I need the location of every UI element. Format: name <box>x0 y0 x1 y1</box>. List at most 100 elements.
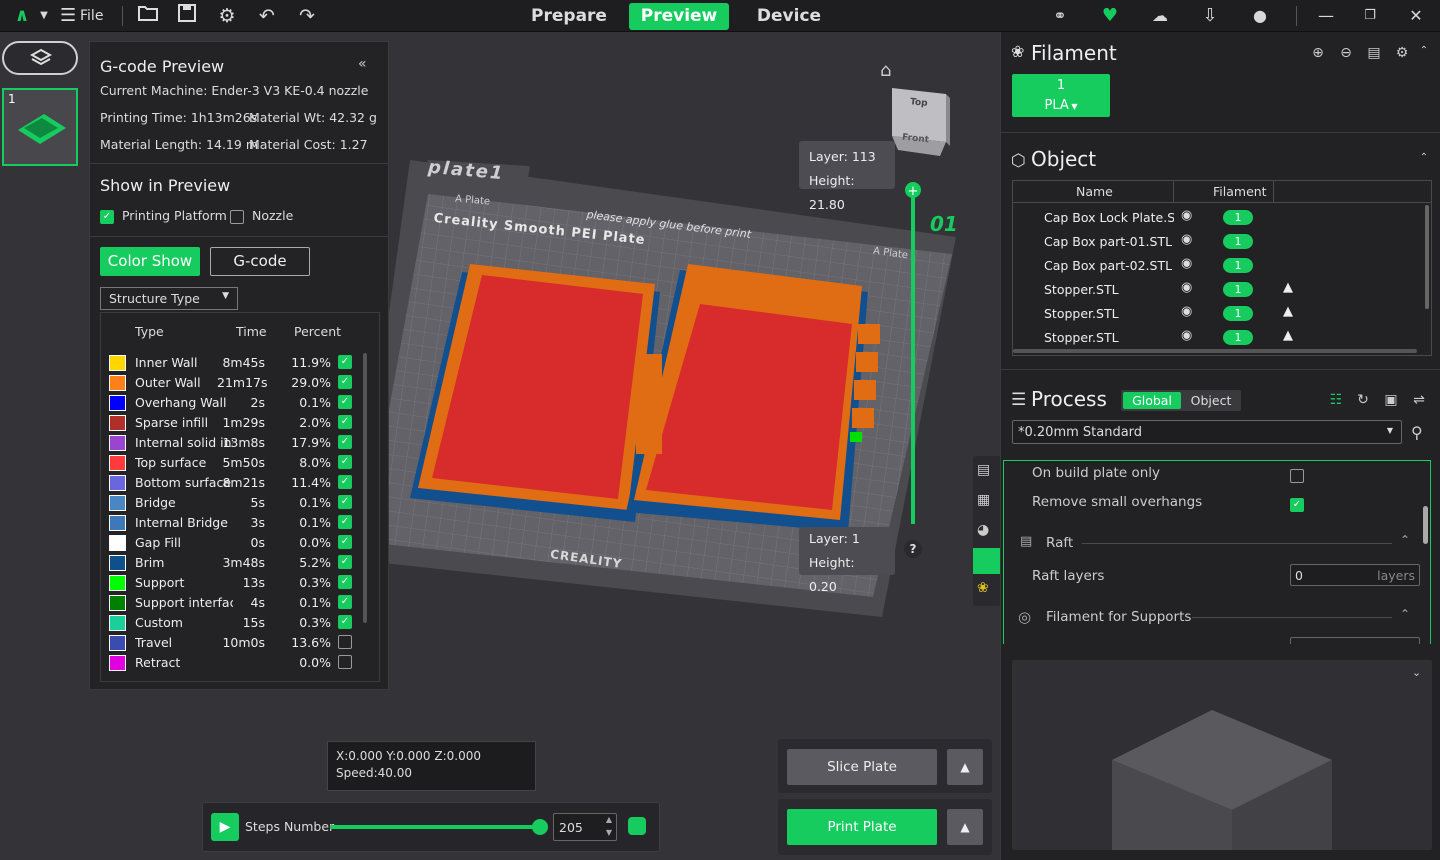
tab-prepare[interactable]: Prepare <box>519 3 619 30</box>
shield-icon[interactable]: ♥ <box>1098 4 1122 28</box>
stepper-up-icon[interactable]: ▲ <box>606 815 612 824</box>
expand-icon[interactable]: ⌄ <box>1412 666 1421 679</box>
global-tab[interactable]: Global <box>1123 392 1181 409</box>
gear-icon[interactable]: ⚙ <box>215 4 239 28</box>
plate-thumbnail[interactable]: 1 <box>2 88 78 166</box>
printing-platform-option[interactable]: ✓ Printing Platform <box>100 208 227 224</box>
legend-visibility-checkbox[interactable]: ✓ <box>338 415 352 429</box>
collapse-icon[interactable]: ⌃ <box>1415 45 1433 56</box>
legend-visibility-checkbox[interactable]: ✓ <box>338 595 352 609</box>
save-icon[interactable] <box>175 4 199 28</box>
open-folder-icon[interactable] <box>136 4 160 28</box>
support-view-icon[interactable] <box>973 548 1001 574</box>
user-icon[interactable]: ● <box>1248 4 1272 28</box>
support-paint-icon[interactable]: ▲ <box>1283 328 1293 343</box>
file-menu[interactable]: ☰ File <box>52 1 116 31</box>
home-icon[interactable]: ⌂ <box>880 60 891 81</box>
legend-visibility-checkbox[interactable] <box>338 635 352 649</box>
steps-input[interactable]: 205 ▲ ▼ <box>553 813 617 841</box>
filament-badge[interactable]: 1 <box>1223 330 1253 345</box>
collapse-icon[interactable]: « <box>358 56 367 72</box>
nozzle-option[interactable]: Nozzle <box>230 208 293 224</box>
search-icon[interactable]: ⚲ <box>1411 423 1423 442</box>
on-build-plate-only-checkbox[interactable] <box>1290 468 1304 483</box>
undo-icon[interactable]: ↶ <box>255 4 279 28</box>
filament-badge[interactable]: 1 <box>1223 234 1253 249</box>
collapse-icon[interactable]: ⌃ <box>1400 533 1410 547</box>
minimize-icon[interactable]: — <box>1314 4 1338 28</box>
reset-icon[interactable]: ↻ <box>1354 392 1372 408</box>
download-icon[interactable]: ⇩ <box>1198 4 1222 28</box>
object-row[interactable]: Cap Box part-01.STL ◉ 1 <box>1013 229 1425 253</box>
steps-slider-handle[interactable] <box>532 819 548 835</box>
help-icon[interactable]: ? <box>904 540 922 558</box>
advanced-icon[interactable]: ☷ <box>1327 392 1345 408</box>
restore-icon[interactable]: ❐ <box>1358 4 1382 28</box>
process-preset-select[interactable]: *0.20mm Standard ▼ <box>1012 420 1402 444</box>
eye-icon[interactable]: ◉ <box>1181 232 1192 247</box>
support-filament-select[interactable] <box>1290 637 1420 644</box>
color-show-button[interactable]: Color Show <box>100 247 200 276</box>
play-button[interactable]: ▶ <box>211 813 239 841</box>
chevron-up-icon[interactable]: ▲ <box>947 749 983 785</box>
layers-icon[interactable] <box>628 817 646 835</box>
structure-type-select[interactable]: Structure Type ▼ <box>100 287 238 310</box>
object-row[interactable]: Stopper.STL ◉ 1 ▲ <box>1013 301 1425 325</box>
slice-plate-button[interactable]: Slice Plate <box>787 749 937 785</box>
eye-icon[interactable]: ◉ <box>1181 280 1192 295</box>
legend-visibility-checkbox[interactable]: ✓ <box>338 395 352 409</box>
add-icon[interactable]: ⊕ <box>1309 45 1327 61</box>
filament-badge[interactable]: 1 <box>1223 258 1253 273</box>
raft-layers-input[interactable]: 0 layers <box>1290 564 1420 586</box>
object-row[interactable]: Cap Box part-02.STL ◉ 1 <box>1013 253 1425 277</box>
legend-scrollbar[interactable] <box>363 353 367 623</box>
grid-view-icon[interactable]: ▦ <box>977 492 990 508</box>
eye-icon[interactable]: ◉ <box>1181 328 1192 343</box>
printing-platform-checkbox[interactable]: ✓ <box>100 209 114 224</box>
print-plate-button[interactable]: Print Plate <box>787 809 937 845</box>
nozzle-checkbox[interactable] <box>230 209 244 224</box>
stepper-down-icon[interactable]: ▼ <box>606 828 612 837</box>
legend-visibility-checkbox[interactable]: ✓ <box>338 515 352 529</box>
compare-icon[interactable]: ⇌ <box>1410 392 1428 408</box>
color-view-icon[interactable]: ❀ <box>977 580 989 596</box>
filament-slot-1[interactable]: 1 PLA ▼ <box>1012 74 1110 117</box>
remove-icon[interactable]: ⊖ <box>1337 45 1355 61</box>
object-table-scrollbar[interactable] <box>1425 205 1429 309</box>
gcode-button[interactable]: G-code <box>210 247 310 276</box>
close-icon[interactable]: ✕ <box>1404 4 1428 28</box>
cloud-upload-icon[interactable]: ☁ <box>1148 4 1172 28</box>
filament-badge[interactable]: 1 <box>1223 306 1253 321</box>
object-row[interactable]: Cap Box Lock Plate.STL ◉ 1 <box>1013 205 1425 229</box>
remove-small-overhangs-checkbox[interactable]: ✓ <box>1290 497 1304 512</box>
chevron-up-icon[interactable]: ▲ <box>947 809 983 845</box>
legend-visibility-checkbox[interactable]: ✓ <box>338 495 352 509</box>
eye-icon[interactable]: ◉ <box>1181 304 1192 319</box>
filament-badge[interactable]: 1 <box>1223 210 1253 225</box>
legend-visibility-checkbox[interactable]: ✓ <box>338 575 352 589</box>
filament-badge[interactable]: 1 <box>1223 282 1253 297</box>
speed-view-icon[interactable]: ◕ <box>977 522 989 538</box>
legend-visibility-checkbox[interactable]: ✓ <box>338 535 352 549</box>
collapse-icon[interactable]: ⌃ <box>1415 152 1433 163</box>
edit-icon[interactable]: ▤ <box>1365 45 1383 61</box>
legend-visibility-checkbox[interactable]: ✓ <box>338 435 352 449</box>
object-row[interactable]: Stopper.STL ◉ 1 ▲ <box>1013 325 1425 349</box>
process-scrollbar[interactable] <box>1423 506 1428 544</box>
legend-visibility-checkbox[interactable]: ✓ <box>338 615 352 629</box>
collapse-icon[interactable]: ⌃ <box>1400 607 1410 621</box>
app-logo-icon[interactable]: ∧ <box>10 4 34 28</box>
object-tab[interactable]: Object <box>1183 392 1239 409</box>
legend-visibility-checkbox[interactable]: ✓ <box>338 555 352 569</box>
object-row[interactable]: Stopper.STL ◉ 1 ▲ <box>1013 277 1425 301</box>
support-paint-icon[interactable]: ▲ <box>1283 304 1293 319</box>
eye-icon[interactable]: ◉ <box>1181 208 1192 223</box>
support-paint-icon[interactable]: ▲ <box>1283 280 1293 295</box>
tab-device[interactable]: Device <box>739 3 839 30</box>
eye-icon[interactable]: ◉ <box>1181 256 1192 271</box>
legend-visibility-checkbox[interactable]: ✓ <box>338 355 352 369</box>
legend-visibility-checkbox[interactable]: ✓ <box>338 375 352 389</box>
tab-preview[interactable]: Preview <box>629 3 729 30</box>
legend-visibility-checkbox[interactable] <box>338 655 352 669</box>
legend-visibility-checkbox[interactable]: ✓ <box>338 455 352 469</box>
